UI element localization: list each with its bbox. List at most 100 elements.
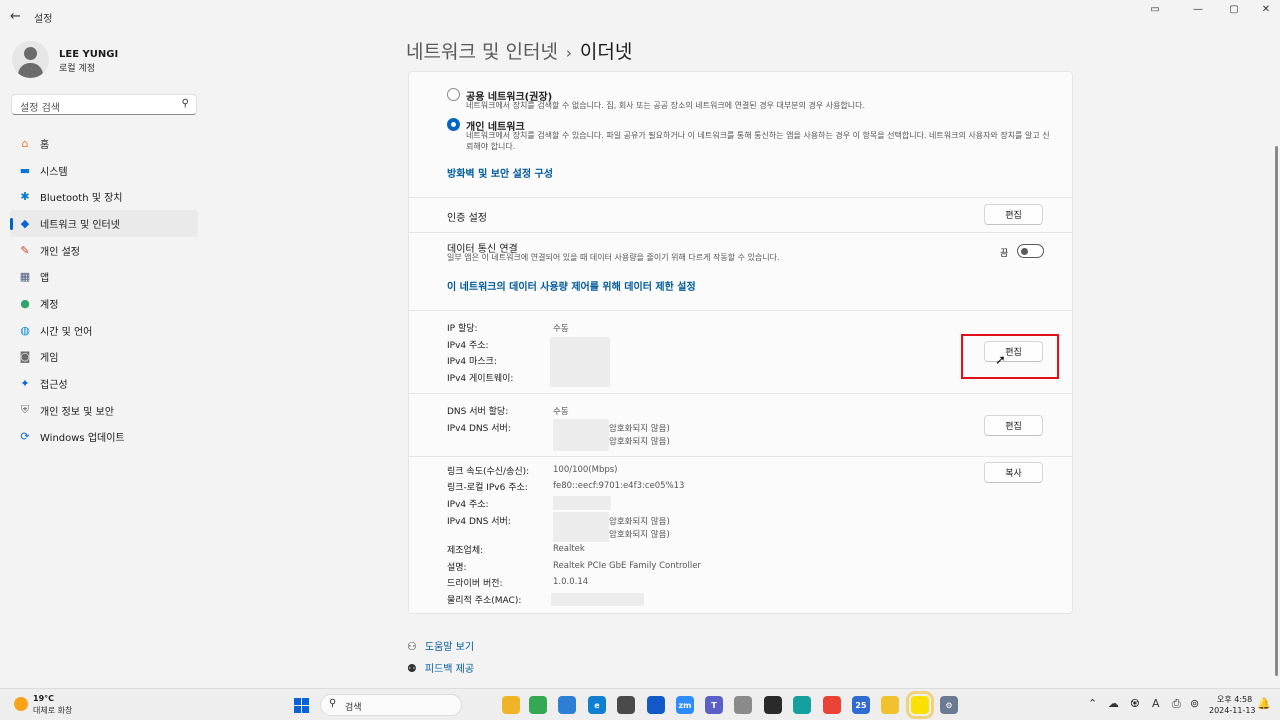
avatar [12,41,49,78]
metered-connection-toggle[interactable] [1017,244,1044,258]
prop-ipv4-dns-label: IPv4 DNS 서버: [447,517,511,527]
sidebar-item[interactable]: ⌂ 홈 [10,130,198,157]
maximize-icon[interactable]: ▢ [1216,4,1252,18]
monitor-icon: ▬ [19,163,31,177]
sidebar-item[interactable]: ✱ Bluetooth 및 장치 [10,183,198,210]
person-icon: ● [20,296,30,310]
prop-dns-encryption-2: 암호화되지 않음) [609,530,670,540]
onedrive-icon[interactable]: ☁ [1108,697,1119,710]
weather-sun-icon[interactable] [14,697,28,711]
public-network-radio[interactable] [447,88,460,101]
update-icon: ⟳ [20,430,30,444]
data-limit-link[interactable]: 이 네트워크의 데이터 사용량 제어를 위해 데이터 제한 설정 [447,278,696,293]
private-network-radio[interactable] [447,118,460,131]
clock-date[interactable]: 2024-11-13 [1209,706,1256,715]
breadcrumb-parent[interactable]: 네트워크 및 인터넷 [406,41,558,63]
chrome-2-icon[interactable] [823,696,841,714]
notepad-icon[interactable] [558,696,576,714]
sidebar-item-label: 홈 [40,139,50,151]
get-help-label: 도움말 보기 [424,642,475,653]
manufacturer-label: 제조업체: [447,546,484,556]
feedback-label: 피드백 제공 [424,664,475,675]
highlight-box [961,334,1059,379]
account-type: 로컬 계정 [59,64,95,74]
scrollbar[interactable] [1275,146,1278,676]
network-icon[interactable]: ⎙ [1172,697,1181,711]
sidebar-item-label: 네트워크 및 인터넷 [40,219,120,231]
sidebar-item[interactable]: ✦ 접근성 [10,370,198,397]
sidebar-item[interactable]: ⟳ Windows 업데이트 [10,424,198,451]
chrome-icon[interactable] [529,696,547,714]
metered-connection-desc: 일부 앱은 이 네트워크에 연결되어 있을 때 데이터 사용량을 줄이기 위해 … [447,253,780,262]
ipv6-value: fe80::eecf:9701:e4f3:ce05%13 [553,481,685,491]
taskbar: 19°C 대체로 화창 ⚲ 검색 e zm T 25 ⚙ ⌃ ☁ ♼ A ⎙ ⊚ 오후 4:58 2… [0,688,1280,720]
weather-desc[interactable]: 대체로 화창 [33,705,72,716]
app-cyan-icon[interactable] [793,696,811,714]
copy-button[interactable]: 복사 [984,462,1043,483]
app-yellow-icon[interactable] [881,696,899,714]
sidebar-item[interactable]: ◆ 네트워크 및 인터넷 [10,210,198,237]
auth-settings-label: 인증 설정 [447,213,487,224]
app-gray-icon[interactable] [734,696,752,714]
kakaotalk-icon[interactable] [906,691,934,719]
divider [408,310,1073,311]
calendar-icon[interactable]: 25 [852,696,870,714]
redacted-dns-block [553,419,609,451]
clock-time[interactable]: 오후 4:58 [1217,694,1252,705]
get-help-link[interactable]: ⚇ 도움말 보기 [407,638,474,653]
feedback-icon: ⚉ [407,662,417,675]
redacted-mac [551,593,644,606]
private-network-desc: 네트워크에서 장치를 검색할 수 있습니다. 파일 공유가 필요하거나 이 네트… [466,131,1050,151]
ipv6-label: 링크-로컬 IPv6 주소: [447,483,528,493]
taskbar-search[interactable]: ⚲ 검색 [320,694,462,716]
app-title: 설정 [34,14,53,25]
redacted-ipv4 [553,496,611,510]
close-icon[interactable]: ✕ [1248,4,1280,18]
vpn-icon[interactable]: ⊚ [1190,697,1199,710]
sidebar-item[interactable]: ● 계정 [10,290,198,317]
app-blue-icon[interactable] [647,696,665,714]
weather-temp[interactable]: 19°C [33,694,54,703]
manufacturer-value: Realtek [553,544,585,554]
start-button[interactable] [294,698,309,713]
dns-edit-button[interactable]: 편집 [984,415,1043,436]
help-icon: ⚇ [407,640,417,653]
dns-assignment-label: DNS 서버 할당: [447,407,509,417]
zoom-icon[interactable]: zm [676,696,694,714]
file-explorer-icon[interactable] [502,696,520,714]
notification-bell-icon[interactable]: 🔔 [1257,697,1271,710]
sidebar-item[interactable]: ◙ 게임 [10,344,198,371]
dns-encryption-2: 암호화되지 않음) [609,437,670,447]
minimize-icon[interactable]: — [1180,4,1216,18]
auth-edit-button[interactable]: 편집 [984,204,1043,225]
edge-icon[interactable]: e [588,696,606,714]
feedback-link[interactable]: ⚉ 피드백 제공 [407,660,474,675]
sidebar-item[interactable]: ◍ 시간 및 언어 [10,317,198,344]
sidebar-item[interactable]: ▬ 시스템 [10,157,198,184]
snap-icon[interactable]: ▭ [1137,4,1173,18]
ip-assignment-label: IP 할당: [447,324,478,334]
tool-icon[interactable] [617,696,635,714]
settings-search-input[interactable]: 설정 검색 ⚲ [11,94,197,115]
sidebar-item-label: 앱 [40,273,50,285]
page-title: 이더넷 [579,41,633,63]
sidebar-item[interactable]: ⛨ 개인 정보 및 보안 [10,397,198,424]
teams-icon[interactable]: T [705,696,723,714]
divider [408,456,1073,457]
sync-icon[interactable]: ♼ [1130,697,1140,710]
sidebar-item-label: Bluetooth 및 장치 [40,193,123,205]
back-arrow-icon[interactable]: ← [10,9,21,24]
firewall-settings-link[interactable]: 방화벽 및 보안 설정 구성 [447,165,553,180]
sidebar-item-label: 게임 [40,353,59,365]
show-hidden-icon[interactable]: ⌃ [1088,697,1097,710]
app-dark-icon[interactable] [764,696,782,714]
sidebar-item[interactable]: ▦ 앱 [10,263,198,290]
accessibility-icon: ✦ [20,377,30,391]
search-icon: ⚲ [329,698,337,709]
sidebar-item[interactable]: ✎ 개인 설정 [10,237,198,264]
ime-icon[interactable]: A [1152,697,1160,710]
sidebar-item-label: 시간 및 언어 [40,326,93,338]
settings-icon[interactable]: ⚙ [940,696,958,714]
divider [408,232,1073,233]
metered-toggle-state: 끔 [1000,249,1009,259]
